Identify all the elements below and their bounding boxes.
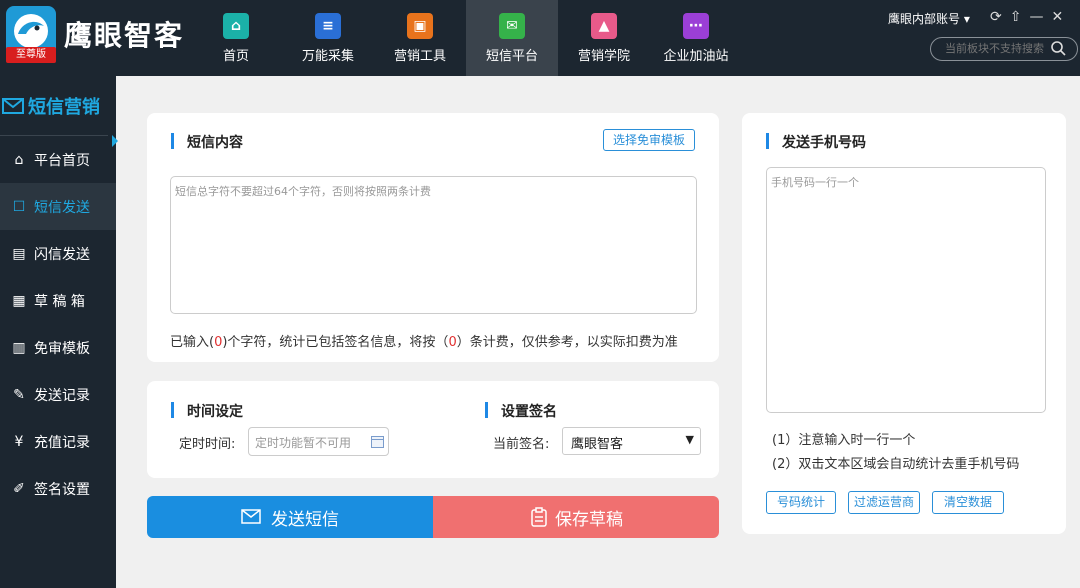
recharge-icon: ¥ bbox=[14, 433, 24, 450]
char-count-prefix: 已输入( bbox=[170, 335, 215, 350]
nav-sms-platform[interactable]: ✉ 短信平台 bbox=[466, 0, 558, 76]
draft-icon: ▦ bbox=[12, 292, 26, 309]
settings-card: 时间设定 定时时间: 定时功能暂不可用 设置签名 当前签名: 鹰眼智客 ▼ bbox=[147, 381, 719, 478]
sidebar-item-sms-send[interactable]: ☐ 短信发送 bbox=[0, 183, 116, 230]
send-sms-label: 发送短信 bbox=[271, 509, 339, 530]
sidebar-item-label: 平台首页 bbox=[34, 152, 90, 169]
refresh-icon[interactable]: ⟳ bbox=[990, 9, 1002, 25]
chevron-down-icon: ▾ bbox=[963, 12, 970, 26]
save-draft-button[interactable]: 保存草稿 bbox=[433, 496, 719, 538]
record-icon: ✎ bbox=[13, 386, 25, 403]
clear-data-button[interactable]: 清空数据 bbox=[932, 491, 1004, 514]
close-icon[interactable]: ✕ bbox=[1051, 9, 1063, 25]
sidebar-item-label: 短信发送 bbox=[34, 199, 90, 216]
signature-title: 设置签名 bbox=[485, 401, 557, 421]
active-indicator-icon bbox=[112, 135, 118, 147]
sms-content-input[interactable] bbox=[170, 176, 697, 314]
nav-label: 营销工具 bbox=[393, 48, 446, 64]
sidebar-item-send-records[interactable]: ✎ 发送记录 bbox=[0, 371, 116, 418]
send-mail-icon bbox=[241, 509, 261, 524]
sidebar-item-label: 签名设置 bbox=[34, 481, 90, 498]
sidebar-header: 短信营销 bbox=[0, 76, 108, 136]
eagle-logo-icon bbox=[14, 14, 48, 48]
sidebar-item-recharge-records[interactable]: ¥ 充值记录 bbox=[0, 418, 116, 465]
chat-icon: ☐ bbox=[12, 198, 26, 215]
phone-tip-1: (1）注意输入时一行一个 bbox=[772, 433, 916, 448]
sidebar-item-templates[interactable]: ▥ 免审模板 bbox=[0, 324, 116, 371]
minimize-icon[interactable]: — bbox=[1029, 9, 1043, 25]
nav-enterprise-station[interactable]: ⋯ 企业加油站 bbox=[650, 0, 742, 76]
char-count-info: 已输入(0)个字符，统计已包括签名信息，将按（0）条计费，仅供参考，以实际扣费为… bbox=[170, 331, 678, 350]
sidebar-item-label: 充值记录 bbox=[34, 434, 90, 451]
sidebar-item-label: 免审模板 bbox=[34, 340, 90, 357]
sidebar-item-label: 闪信发送 bbox=[34, 246, 90, 263]
mail-icon bbox=[2, 97, 24, 114]
sidebar-item-label: 发送记录 bbox=[34, 387, 90, 404]
calendar-icon bbox=[371, 436, 384, 448]
time-settings-title: 时间设定 bbox=[171, 401, 243, 421]
phone-tip-2: (2）双击文本区域会自动统计去重手机号码 bbox=[772, 457, 1020, 472]
flash-message-icon: ▤ bbox=[12, 245, 26, 262]
save-draft-label: 保存草稿 bbox=[555, 509, 623, 530]
sidebar-menu: ⌂ 平台首页 ☐ 短信发送 ▤ 闪信发送 ▦ 草 稿 箱 ▥ 免审模板 ✎ 发送记录 ¥ 充值记录 ✐ 签名设… bbox=[0, 136, 116, 512]
nav-marketing-tools[interactable]: ▣ 营销工具 bbox=[374, 0, 466, 76]
schedule-time-label: 定时时间: bbox=[179, 437, 236, 452]
phone-numbers-card: 发送手机号码 (1）注意输入时一行一个 (2）双击文本区域会自动统计去重手机号码… bbox=[742, 113, 1066, 534]
window-controls: ⟳ ⇧ — ✕ bbox=[990, 9, 1063, 25]
billing-count-value: 0 bbox=[448, 335, 457, 350]
sidebar: 短信营销 ⌂ 平台首页 ☐ 短信发送 ▤ 闪信发送 ▦ 草 稿 箱 ▥ 免审模板 ✎ 发送记录 ¥ 充值记… bbox=[0, 76, 116, 588]
sidebar-item-drafts[interactable]: ▦ 草 稿 箱 bbox=[0, 277, 116, 324]
nav-label: 企业加油站 bbox=[663, 48, 729, 64]
select-template-button[interactable]: 选择免审模板 bbox=[603, 129, 695, 151]
sms-content-card: 短信内容 选择免审模板 已输入(0)个字符，统计已包括签名信息，将按（0）条计费… bbox=[147, 113, 719, 362]
main-nav: ⌂ 首页 ≡ 万能采集 ▣ 营销工具 ✉ 短信平台 ▲ 营销学院 ⋯ 企业加油站 bbox=[190, 0, 742, 76]
sidebar-item-label: 草 稿 箱 bbox=[34, 293, 85, 310]
schedule-time-field[interactable]: 定时功能暂不可用 bbox=[248, 427, 389, 456]
sms-icon: ✉ bbox=[499, 12, 525, 39]
char-count-suffix: ）条计费，仅供参考，以实际扣费为准 bbox=[456, 335, 678, 350]
edition-badge: 至尊版 bbox=[6, 47, 56, 63]
phone-numbers-title: 发送手机号码 bbox=[766, 132, 866, 152]
nav-label: 营销学院 bbox=[577, 48, 630, 64]
dropdown-arrow-icon: ▼ bbox=[685, 433, 694, 446]
sidebar-title: 短信营销 bbox=[28, 96, 100, 118]
graduation-cap-icon: ▲ bbox=[591, 12, 617, 39]
clipboard-icon bbox=[531, 507, 547, 527]
template-icon: ▥ bbox=[12, 339, 26, 356]
phone-numbers-input[interactable] bbox=[766, 167, 1046, 413]
account-name: 鹰眼内部账号 bbox=[888, 12, 961, 26]
search-icon[interactable] bbox=[1050, 40, 1066, 56]
sidebar-item-platform-home[interactable]: ⌂ 平台首页 bbox=[0, 136, 116, 183]
schedule-time-placeholder: 定时功能暂不可用 bbox=[255, 436, 352, 450]
document-icon: ≡ bbox=[315, 12, 341, 39]
signature-icon: ✐ bbox=[13, 480, 25, 497]
nav-label: 首页 bbox=[222, 48, 249, 64]
sidebar-item-flash-send[interactable]: ▤ 闪信发送 bbox=[0, 230, 116, 277]
send-sms-button[interactable]: 发送短信 bbox=[147, 496, 433, 538]
nav-collect[interactable]: ≡ 万能采集 bbox=[282, 0, 374, 76]
current-signature-label: 当前签名: bbox=[493, 437, 550, 452]
account-menu[interactable]: 鹰眼内部账号 ▾ bbox=[888, 10, 970, 27]
sms-content-title: 短信内容 bbox=[171, 132, 243, 152]
briefcase-icon: ▣ bbox=[407, 12, 433, 39]
home-icon: ⌂ bbox=[223, 12, 249, 39]
signature-select-value: 鹰眼智客 bbox=[571, 437, 624, 452]
skin-icon[interactable]: ⇧ bbox=[1010, 9, 1022, 25]
nav-label: 短信平台 bbox=[485, 48, 538, 64]
app-title: 鹰眼智客 bbox=[64, 19, 185, 52]
filter-carrier-button[interactable]: 过滤运营商 bbox=[848, 491, 920, 514]
count-numbers-button[interactable]: 号码统计 bbox=[766, 491, 836, 514]
nav-marketing-academy[interactable]: ▲ 营销学院 bbox=[558, 0, 650, 76]
nav-label: 万能采集 bbox=[301, 48, 354, 64]
sidebar-item-signature-settings[interactable]: ✐ 签名设置 bbox=[0, 465, 116, 512]
share-icon: ⋯ bbox=[683, 12, 709, 39]
nav-home[interactable]: ⌂ 首页 bbox=[190, 0, 282, 76]
char-count-mid: )个字符，统计已包括签名信息，将按（ bbox=[222, 335, 449, 350]
top-bar: 至尊版 鹰眼智客 ⌂ 首页 ≡ 万能采集 ▣ 营销工具 ✉ 短信平台 ▲ 营销学院 ⋯ 企业加油站 鹰… bbox=[0, 0, 1080, 76]
signature-select[interactable]: 鹰眼智客 ▼ bbox=[562, 427, 701, 455]
home-outline-icon: ⌂ bbox=[14, 151, 24, 168]
